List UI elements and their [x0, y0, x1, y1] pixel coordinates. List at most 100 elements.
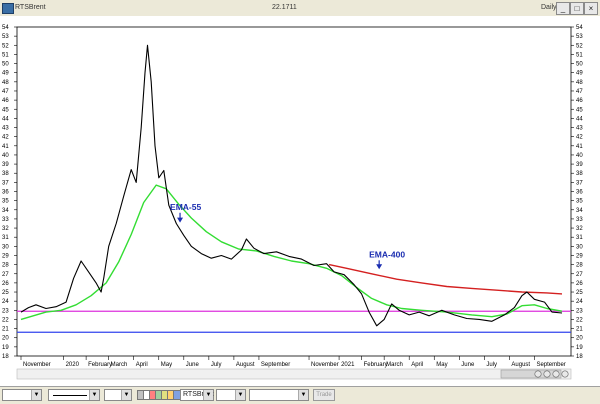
chart-app-icon — [2, 3, 14, 14]
y-tick-label-left: 49 — [2, 71, 9, 77]
horizontal-scrollbar — [16, 368, 572, 380]
y-tick-label-left: 35 — [2, 199, 9, 205]
close-button[interactable]: × — [584, 2, 598, 15]
price-series-line — [20, 44, 563, 327]
x-tick-label: March — [386, 362, 403, 368]
account-select[interactable]: ▼ — [249, 389, 309, 401]
y-tick-label-right: 19 — [576, 345, 583, 351]
dropdown-arrow-icon: ▼ — [203, 390, 213, 400]
zoom-in-icon — [543, 370, 551, 378]
y-tick-label-right: 52 — [576, 43, 583, 49]
dropdown-arrow-icon: ▼ — [89, 390, 99, 400]
y-tick-label-right: 43 — [576, 126, 583, 132]
y-tick-label-right: 34 — [576, 208, 583, 214]
y-tick-label-left: 50 — [2, 62, 9, 68]
y-tick-label-left: 54 — [2, 25, 9, 31]
trade-button[interactable]: Trade — [313, 389, 335, 401]
x-tick-label: November — [23, 362, 51, 368]
y-tick-label-right: 49 — [576, 71, 583, 77]
y-tick-label-right: 50 — [576, 62, 583, 68]
y-tick-label-right: 22 — [576, 317, 583, 323]
y-tick-label-left: 28 — [2, 263, 9, 269]
y-tick-label-left: 23 — [2, 308, 9, 314]
y-tick-label-right: 23 — [576, 308, 583, 314]
x-tick-label: August — [511, 362, 530, 368]
x-tick-label: July — [211, 362, 222, 368]
y-tick-label-left: 19 — [2, 345, 9, 351]
ema400-series-line — [328, 263, 563, 295]
x-tick-label: June — [461, 362, 475, 368]
y-tick-label-left: 48 — [2, 80, 9, 86]
y-tick-label-left: 20 — [2, 336, 9, 342]
y-tick-label-left: 25 — [2, 290, 9, 296]
bottom-toolbar: ▼ ▼ ▼ RTSBrent ▼ ▼ ▼ Trade — [0, 386, 600, 404]
y-tick-label-left: 34 — [2, 208, 9, 214]
minimize-button[interactable]: _ — [556, 2, 570, 15]
y-tick-label-right: 32 — [576, 226, 583, 232]
window-symbol-name: RTSBrent — [15, 4, 46, 11]
chart-window-titlebar: RTSBrent 22.1711 Daily _ □ × — [0, 0, 600, 17]
y-tick-label-right: 18 — [576, 354, 583, 360]
y-tick-label-right: 30 — [576, 244, 583, 250]
y-tick-label-left: 52 — [2, 43, 9, 49]
y-tick-label-right: 45 — [576, 107, 583, 113]
y-tick-label-left: 26 — [2, 281, 9, 287]
y-tick-label-left: 47 — [2, 89, 9, 95]
symbol-select[interactable]: RTSBrent ▼ — [180, 389, 214, 401]
y-tick-label-right: 38 — [576, 171, 583, 177]
window-period: Daily — [541, 4, 557, 11]
dropdown-arrow-icon: ▼ — [298, 390, 308, 400]
x-tick-label: March — [111, 362, 128, 368]
y-tick-label-right: 37 — [576, 180, 583, 186]
scroll-right-icon — [561, 370, 569, 378]
y-tick-label-right: 44 — [576, 116, 583, 122]
x-tick-label: November — [311, 362, 339, 368]
y-tick-label-left: 18 — [2, 354, 9, 360]
x-tick-label: February — [88, 362, 112, 368]
dropdown-arrow-icon: ▼ — [235, 390, 245, 400]
exchange-select[interactable]: ▼ — [216, 389, 246, 401]
y-tick-label-right: 46 — [576, 98, 583, 104]
maximize-button[interactable]: □ — [570, 2, 584, 15]
x-tick-label: April — [136, 362, 148, 368]
x-tick-label: 2021 — [341, 362, 355, 368]
y-tick-label-right: 53 — [576, 34, 583, 40]
y-tick-label-right: 39 — [576, 162, 583, 168]
y-tick-label-left: 40 — [2, 153, 9, 159]
dropdown-arrow-icon: ▼ — [121, 390, 131, 400]
y-tick-label-left: 44 — [2, 116, 9, 122]
y-tick-label-left: 29 — [2, 253, 9, 259]
y-tick-label-left: 45 — [2, 107, 9, 113]
annotation-label: EMA-400 — [369, 249, 405, 259]
y-tick-label-left: 22 — [2, 317, 9, 323]
y-tick-label-left: 21 — [2, 327, 9, 333]
y-tick-label-left: 27 — [2, 272, 9, 278]
x-tick-label: September — [261, 362, 290, 368]
y-tick-label-right: 33 — [576, 217, 583, 223]
x-tick-label: May — [161, 362, 172, 368]
line-style-preview — [53, 395, 87, 396]
line-width-select[interactable]: ▼ — [104, 389, 132, 401]
y-tick-label-right: 48 — [576, 80, 583, 86]
x-tick-label: September — [536, 362, 565, 368]
scroll-left-icon — [552, 370, 560, 378]
dropdown-arrow-icon: ▼ — [31, 390, 41, 400]
y-tick-label-right: 41 — [576, 144, 583, 150]
y-tick-label-left: 38 — [2, 171, 9, 177]
y-tick-label-right: 29 — [576, 253, 583, 259]
y-tick-label-right: 27 — [576, 272, 583, 278]
annotation-label: EMA-55 — [170, 202, 201, 212]
y-tick-label-left: 46 — [2, 98, 9, 104]
y-tick-label-right: 20 — [576, 336, 583, 342]
y-tick-label-left: 37 — [2, 180, 9, 186]
y-tick-label-left: 39 — [2, 162, 9, 168]
y-tick-label-left: 53 — [2, 34, 9, 40]
line-style-select[interactable]: ▼ — [48, 389, 100, 401]
study-select[interactable]: ▼ — [2, 389, 42, 401]
x-tick-label: June — [186, 362, 200, 368]
chart-area[interactable]: 18 18 19 19 20 20 21 21 22 22 23 23 24 24 25 25 26 26 27 27… — [0, 16, 600, 386]
price-chart[interactable]: 18 1819 1920 2021 2122 2223 2324 2425 2526 2627 27… — [0, 16, 600, 386]
x-tick-label: February — [364, 362, 388, 368]
y-tick-label-right: 54 — [576, 25, 583, 31]
arrow-down-icon — [177, 217, 184, 223]
